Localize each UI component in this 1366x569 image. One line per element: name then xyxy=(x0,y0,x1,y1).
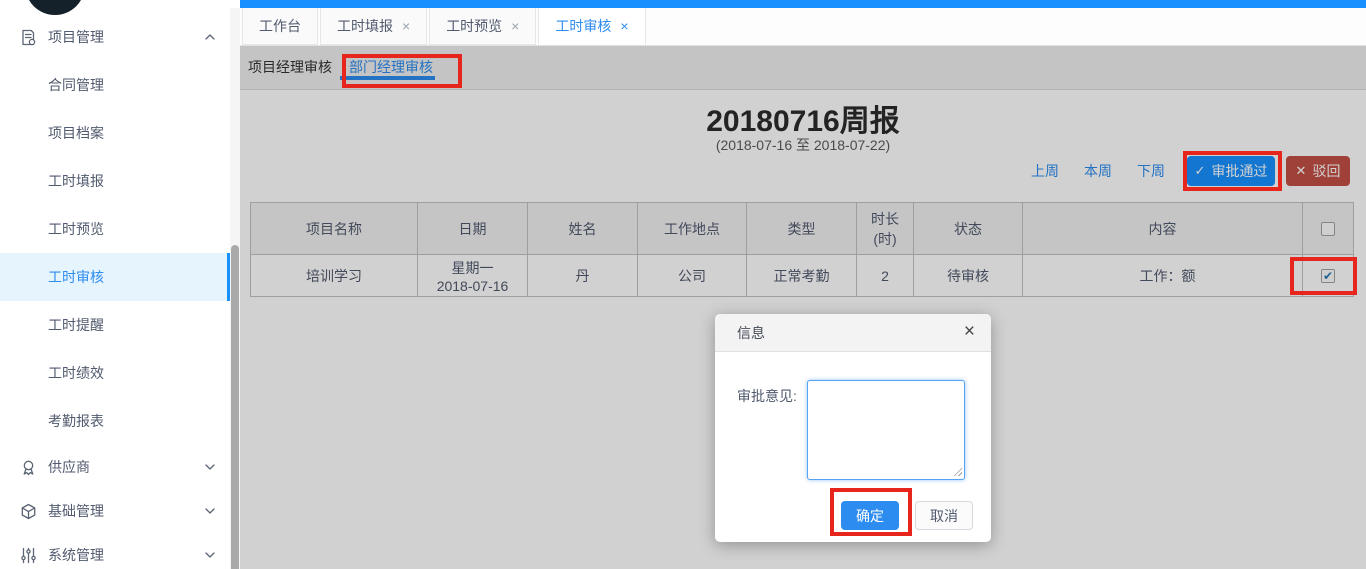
submenu-label: 考勤报表 xyxy=(48,411,104,431)
sidebar: 项目管理 合同管理 项目档案 工时填报 工时预览 工时审核 工时提醒 工时绩效 … xyxy=(0,0,240,569)
close-icon[interactable]: × xyxy=(620,19,628,33)
submenu-project-archive[interactable]: 项目档案 xyxy=(0,109,230,157)
cube-icon xyxy=(20,503,37,520)
info-modal: 信息 × 审批意见: 确定 取消 xyxy=(715,314,991,542)
app-root: 项目管理 合同管理 项目档案 工时填报 工时预览 工时审核 工时提醒 工时绩效 … xyxy=(0,0,1366,569)
tab-timesheet-review[interactable]: 工时审核 × xyxy=(538,8,645,45)
document-gear-icon xyxy=(20,29,37,46)
tab-label: 工时预览 xyxy=(446,16,502,36)
submenu-contract-management[interactable]: 合同管理 xyxy=(0,61,230,109)
submenu-label: 工时提醒 xyxy=(48,315,104,335)
tab-timesheet-preview[interactable]: 工时预览 × xyxy=(429,8,536,45)
submenu-timesheet-reminder[interactable]: 工时提醒 xyxy=(0,301,230,349)
submenu-label: 合同管理 xyxy=(48,75,104,95)
submenu-label: 工时填报 xyxy=(48,171,104,191)
sidebar-scrollbar-thumb[interactable] xyxy=(231,245,239,569)
approval-comment-label: 审批意见: xyxy=(737,386,797,406)
tab-workbench[interactable]: 工作台 xyxy=(242,8,318,45)
menu-label: 基础管理 xyxy=(48,501,204,521)
submenu-label: 工时绩效 xyxy=(48,363,104,383)
approval-comment-wrap xyxy=(807,380,965,480)
submenu-label: 工时审核 xyxy=(48,267,104,287)
submenu-timesheet-performance[interactable]: 工时绩效 xyxy=(0,349,230,397)
menu-project-management[interactable]: 项目管理 xyxy=(0,13,230,61)
cancel-button[interactable]: 取消 xyxy=(915,501,973,530)
modal-title: 信息 xyxy=(737,325,765,341)
menu-system-management[interactable]: 系统管理 xyxy=(0,533,230,569)
close-icon[interactable]: × xyxy=(511,19,519,33)
menu-basic-management[interactable]: 基础管理 xyxy=(0,489,230,533)
menu-label: 供应商 xyxy=(48,457,204,477)
top-accent-bar xyxy=(240,0,1366,8)
submenu-timesheet-review[interactable]: 工时审核 xyxy=(0,253,230,301)
tab-label: 工时填报 xyxy=(337,16,393,36)
chevron-down-icon xyxy=(204,505,216,517)
modal-header: 信息 × xyxy=(715,314,991,352)
page-tabbar: 工作台 工时填报 × 工时预览 × 工时审核 × xyxy=(240,8,1366,46)
sliders-icon xyxy=(20,547,37,564)
submenu-label: 项目档案 xyxy=(48,123,104,143)
chevron-down-icon xyxy=(204,549,216,561)
modal-close-icon[interactable]: × xyxy=(964,314,975,350)
close-icon[interactable]: × xyxy=(402,19,410,33)
submenu-label: 工时预览 xyxy=(48,219,104,239)
submenu-timesheet-entry[interactable]: 工时填报 xyxy=(0,157,230,205)
approval-comment-input[interactable] xyxy=(807,380,965,480)
sidebar-scrollbar-track xyxy=(230,8,240,569)
chevron-down-icon xyxy=(204,461,216,473)
submenu-attendance-report[interactable]: 考勤报表 xyxy=(0,397,230,445)
tab-label: 工时审核 xyxy=(555,16,611,36)
tab-timesheet-entry[interactable]: 工时填报 × xyxy=(320,8,427,45)
modal-footer: 确定 取消 xyxy=(841,501,973,530)
chevron-up-icon xyxy=(204,31,216,43)
submenu-timesheet-preview[interactable]: 工时预览 xyxy=(0,205,230,253)
menu-label: 项目管理 xyxy=(48,27,204,47)
tab-label: 工作台 xyxy=(259,16,301,36)
medal-icon xyxy=(20,459,37,476)
ok-button[interactable]: 确定 xyxy=(841,501,899,530)
sidebar-menu: 项目管理 合同管理 项目档案 工时填报 工时预览 工时审核 工时提醒 工时绩效 … xyxy=(0,13,230,569)
menu-label: 系统管理 xyxy=(48,545,204,565)
menu-supplier[interactable]: 供应商 xyxy=(0,445,230,489)
